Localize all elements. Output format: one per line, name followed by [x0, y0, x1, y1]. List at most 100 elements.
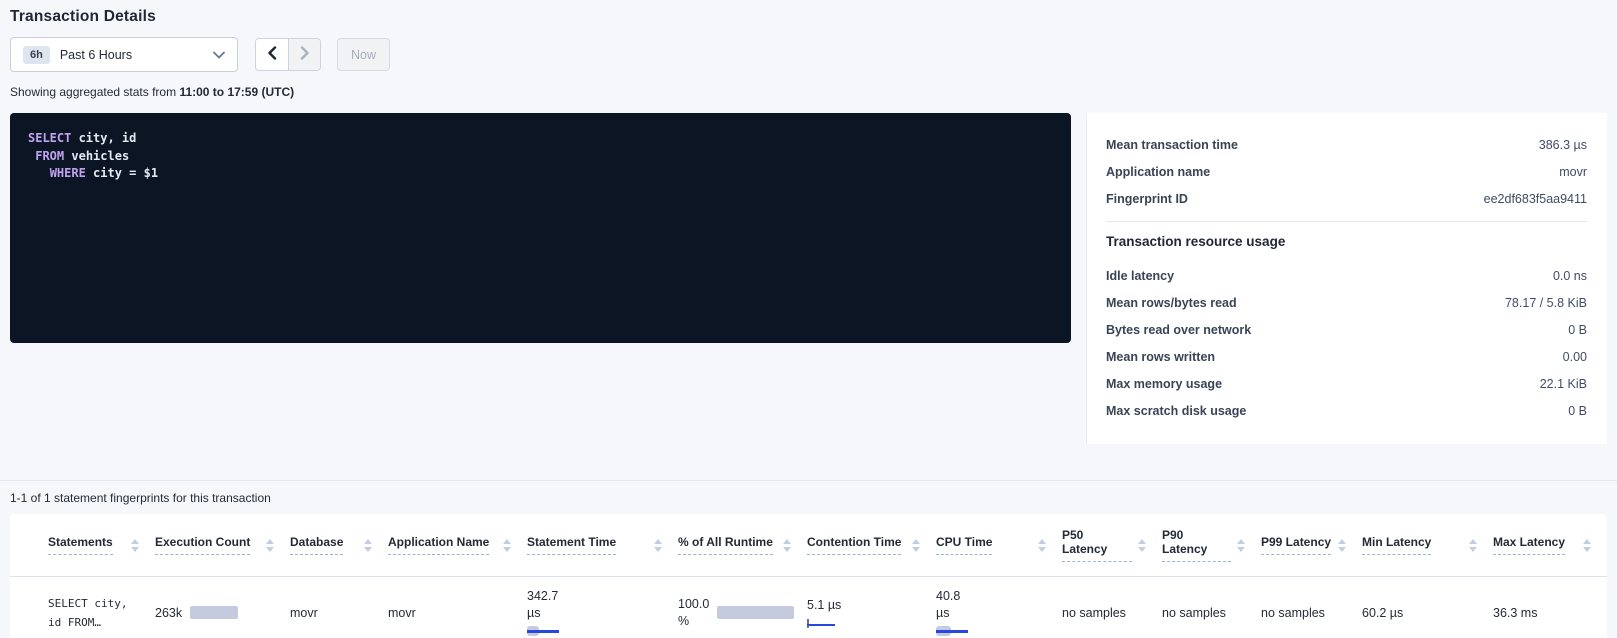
column-label: P50 Latency	[1062, 528, 1132, 562]
column-header-statements[interactable]: Statements	[48, 528, 155, 562]
summary-value: 0.00	[1563, 350, 1587, 364]
resource-usage-rows: Idle latency0.0 nsMean rows/bytes read78…	[1106, 262, 1587, 424]
chevron-down-icon	[213, 51, 225, 59]
cpu-time-bar	[936, 626, 968, 636]
sort-icon[interactable]	[654, 539, 662, 552]
sql-statement-box: SELECT city, id FROM vehicles WHERE city…	[10, 113, 1071, 343]
column-header-p99-latency[interactable]: P99 Latency	[1261, 528, 1362, 562]
summary-label: Fingerprint ID	[1106, 192, 1188, 206]
pct-runtime-bar	[717, 606, 794, 619]
sort-icon[interactable]	[1469, 539, 1477, 552]
summary-row: Bytes read over network0 B	[1106, 316, 1587, 343]
time-range-label: Past 6 Hours	[60, 48, 132, 62]
chevron-left-icon	[267, 46, 277, 63]
main-row: SELECT city, id FROM vehicles WHERE city…	[10, 113, 1607, 444]
database-cell: movr	[290, 606, 388, 620]
sort-icon[interactable]	[266, 539, 274, 552]
statements-table: StatementsExecution Count DatabaseApplica…	[10, 514, 1607, 638]
application-name-cell: movr	[388, 606, 527, 620]
statement-time-value: 342.7	[527, 589, 678, 603]
transaction-summary-panel: Mean transaction time 386.3 µs Application…	[1086, 113, 1607, 444]
execution-count-cell: 263k	[155, 606, 290, 620]
statement-time-unit: µs	[527, 606, 678, 620]
sort-icon[interactable]	[1338, 539, 1346, 552]
summary-row: Mean transaction time 386.3 µs	[1106, 131, 1587, 158]
chevron-right-icon	[300, 46, 310, 63]
sort-icon[interactable]	[1038, 539, 1046, 552]
column-label: Contention Time	[807, 535, 901, 555]
pct-runtime-cell: 100.0 %	[678, 597, 807, 628]
column-header-max-latency[interactable]: Max Latency	[1493, 528, 1607, 562]
summary-value: ee2df683f5aa9411	[1484, 192, 1587, 206]
sort-icon[interactable]	[1237, 539, 1245, 552]
summary-label: Max memory usage	[1106, 377, 1222, 391]
p50-latency-cell: no samples	[1062, 606, 1162, 620]
column-header-statement-time[interactable]: Statement Time	[527, 528, 678, 562]
page-top: Transaction Details 6h Past 6 Hours Now …	[0, 0, 1617, 444]
summary-row: Mean rows written 0.00	[1106, 343, 1587, 370]
statement-cell[interactable]: SELECT city, id FROM…	[48, 594, 155, 632]
sort-icon[interactable]	[131, 539, 139, 552]
column-header-p90-latency[interactable]: P90 Latency	[1162, 528, 1261, 562]
column-header-cpu-time[interactable]: CPU Time	[936, 528, 1062, 562]
column-label: Application Name	[388, 535, 489, 555]
time-toolbar: 6h Past 6 Hours Now	[10, 37, 1607, 72]
column-header-execution-count[interactable]: Execution Count	[155, 528, 290, 562]
resource-usage-title: Transaction resource usage	[1106, 234, 1587, 249]
statement-time-cell: 342.7 µs	[527, 589, 678, 636]
column-label: CPU Time	[936, 535, 992, 555]
p90-latency-cell: no samples	[1162, 606, 1261, 620]
contention-time-value: 5.1 µs	[807, 598, 936, 612]
caption-prefix: Showing aggregated stats from	[10, 85, 179, 99]
sort-icon[interactable]	[1583, 539, 1591, 552]
previous-time-button[interactable]	[256, 39, 288, 70]
column-label: % of All Runtime	[678, 535, 773, 555]
summary-value: 386.3 µs	[1539, 138, 1587, 152]
sort-icon[interactable]	[912, 539, 920, 552]
summary-label: Mean rows/bytes read	[1106, 296, 1237, 310]
summary-label: Max scratch disk usage	[1106, 404, 1246, 418]
column-label: P90 Latency	[1162, 528, 1231, 562]
statements-section: 1-1 of 1 statement fingerprints for this…	[0, 491, 1617, 638]
summary-label: Mean rows written	[1106, 350, 1215, 364]
time-range-badge: 6h	[23, 46, 50, 64]
pct-runtime-unit: %	[678, 614, 709, 628]
fingerprint-count-caption: 1-1 of 1 statement fingerprints for this…	[10, 491, 1607, 505]
summary-row: Max scratch disk usage 0 B	[1106, 397, 1587, 424]
column-header-p50-latency[interactable]: P50 Latency	[1062, 528, 1162, 562]
column-header-contention-time[interactable]: Contention Time	[807, 528, 936, 562]
column-header-min-latency[interactable]: Min Latency	[1362, 528, 1493, 562]
summary-row: Max memory usage22.1 KiB	[1106, 370, 1587, 397]
sort-icon[interactable]	[364, 539, 372, 552]
column-header-database[interactable]: Database	[290, 528, 388, 562]
summary-value: 78.17 / 5.8 KiB	[1505, 296, 1587, 310]
sql-line: FROM vehicles	[28, 148, 1053, 166]
column-header-of-all-runtime[interactable]: % of All Runtime	[678, 528, 807, 562]
summary-value: 0 B	[1568, 404, 1587, 418]
page-title: Transaction Details	[10, 8, 1607, 26]
statement-text-line1: SELECT city,	[48, 594, 155, 613]
execution-count-bar	[190, 606, 238, 619]
column-header-application-name[interactable]: Application Name	[388, 528, 527, 562]
summary-row: Mean rows/bytes read 78.17 / 5.8 KiB	[1106, 289, 1587, 316]
min-latency-cell: 60.2 µs	[1362, 606, 1493, 620]
p99-latency-cell: no samples	[1261, 606, 1362, 620]
next-time-button[interactable]	[288, 39, 320, 70]
sort-icon[interactable]	[783, 539, 791, 552]
time-nav-group	[255, 38, 321, 71]
column-label: Statement Time	[527, 535, 616, 555]
now-button[interactable]: Now	[337, 38, 390, 71]
summary-row: Application namemovr	[1106, 158, 1587, 185]
column-label: Min Latency	[1362, 535, 1431, 555]
column-label: Execution Count	[155, 535, 250, 555]
summary-label: Mean transaction time	[1106, 138, 1238, 152]
sort-icon[interactable]	[503, 539, 511, 552]
statement-row: SELECT city, id FROM… 263k movr movr 342…	[48, 577, 1607, 638]
time-range-dropdown[interactable]: 6h Past 6 Hours	[10, 37, 238, 72]
sql-line: SELECT city, id	[28, 130, 1053, 148]
summary-label: Application name	[1106, 165, 1210, 179]
sort-icon[interactable]	[1138, 539, 1146, 552]
statement-time-bar	[527, 626, 559, 636]
summary-value: 0 B	[1568, 323, 1587, 337]
statement-text-line2: id FROM…	[48, 613, 155, 632]
